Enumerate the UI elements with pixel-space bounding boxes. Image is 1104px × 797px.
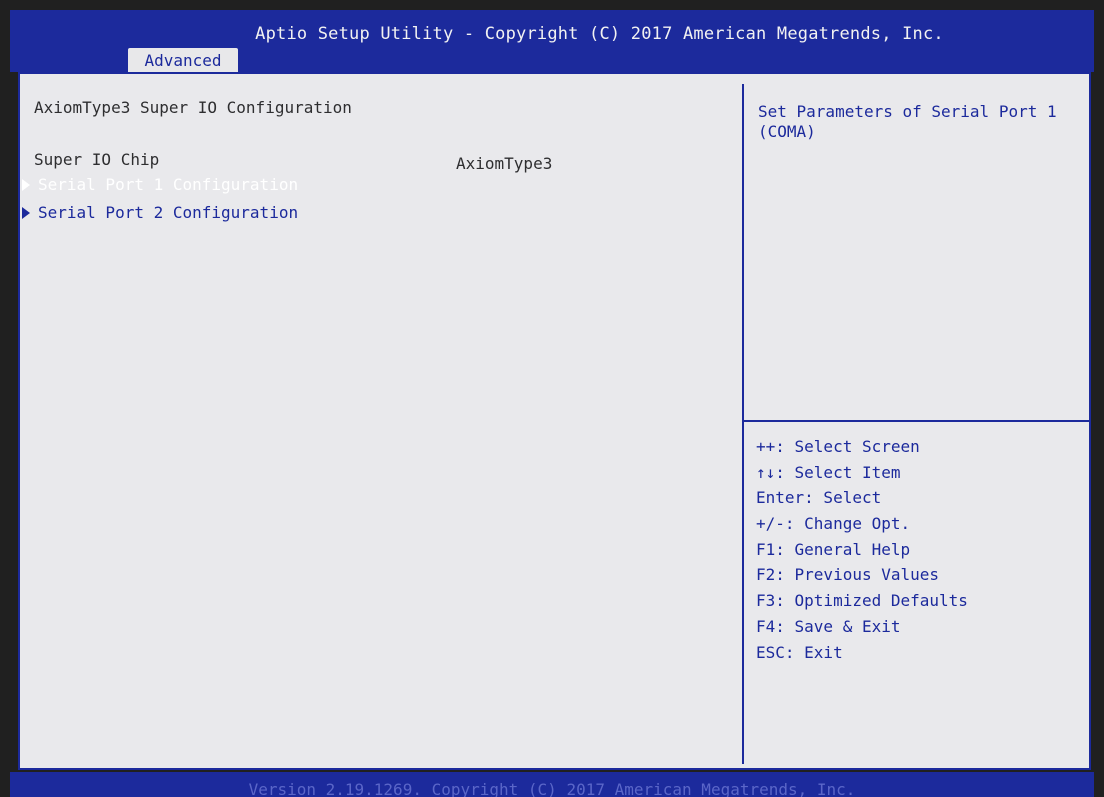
bios-screen: Aptio Setup Utility - Copyright (C) 2017… [0,0,1104,797]
key-previous-values: F2: Previous Values [756,565,940,585]
key-save-exit: F4: Save & Exit [756,616,901,636]
menu-item-serial-port-1[interactable]: Serial Port 1 Configuration [38,175,298,195]
section-title: AxiomType3 Super IO Configuration [34,98,352,117]
key-general-help: F1: General Help [756,539,911,559]
settings-panel: AxiomType3 Super IO Configuration Super … [20,74,740,768]
version-text: Version 2.19.1269. Copyright (C) 2017 Am… [248,780,856,797]
key-enter-select: Enter: Select [756,488,882,508]
key-select-item: ↑↓: Select Item [756,462,901,482]
key-esc-exit: ESC: Exit [756,642,843,662]
title-bar: Aptio Setup Utility - Copyright (C) 2017… [10,10,1094,74]
tab-advanced[interactable]: Advanced [128,48,238,74]
super-io-chip-value: AxiomType3 [456,154,553,173]
key-change-opt: +/-: Change Opt. [756,514,911,534]
submenu-arrow-icon [22,179,30,191]
submenu-arrow-icon [22,207,30,219]
help-panel: Set Parameters of Serial Port 1 (COMA) +… [744,74,1089,768]
help-divider [744,420,1089,422]
super-io-chip-label: Super IO Chip [34,150,160,169]
menu-item-serial-port-2[interactable]: Serial Port 2 Configuration [38,203,298,223]
window-title: Aptio Setup Utility - Copyright (C) 2017… [255,24,944,44]
key-select-screen: ++: Select Screen [756,437,920,456]
key-optimized-defaults: F3: Optimized Defaults [756,591,968,611]
main-panel: AxiomType3 Super IO Configuration Super … [18,72,1091,770]
key-legend: ++: Select Screen ↑↓: Select Item Enter:… [756,434,968,665]
help-description: Set Parameters of Serial Port 1 (COMA) [758,102,1057,141]
status-bar: Version 2.19.1269. Copyright (C) 2017 Am… [10,772,1094,797]
